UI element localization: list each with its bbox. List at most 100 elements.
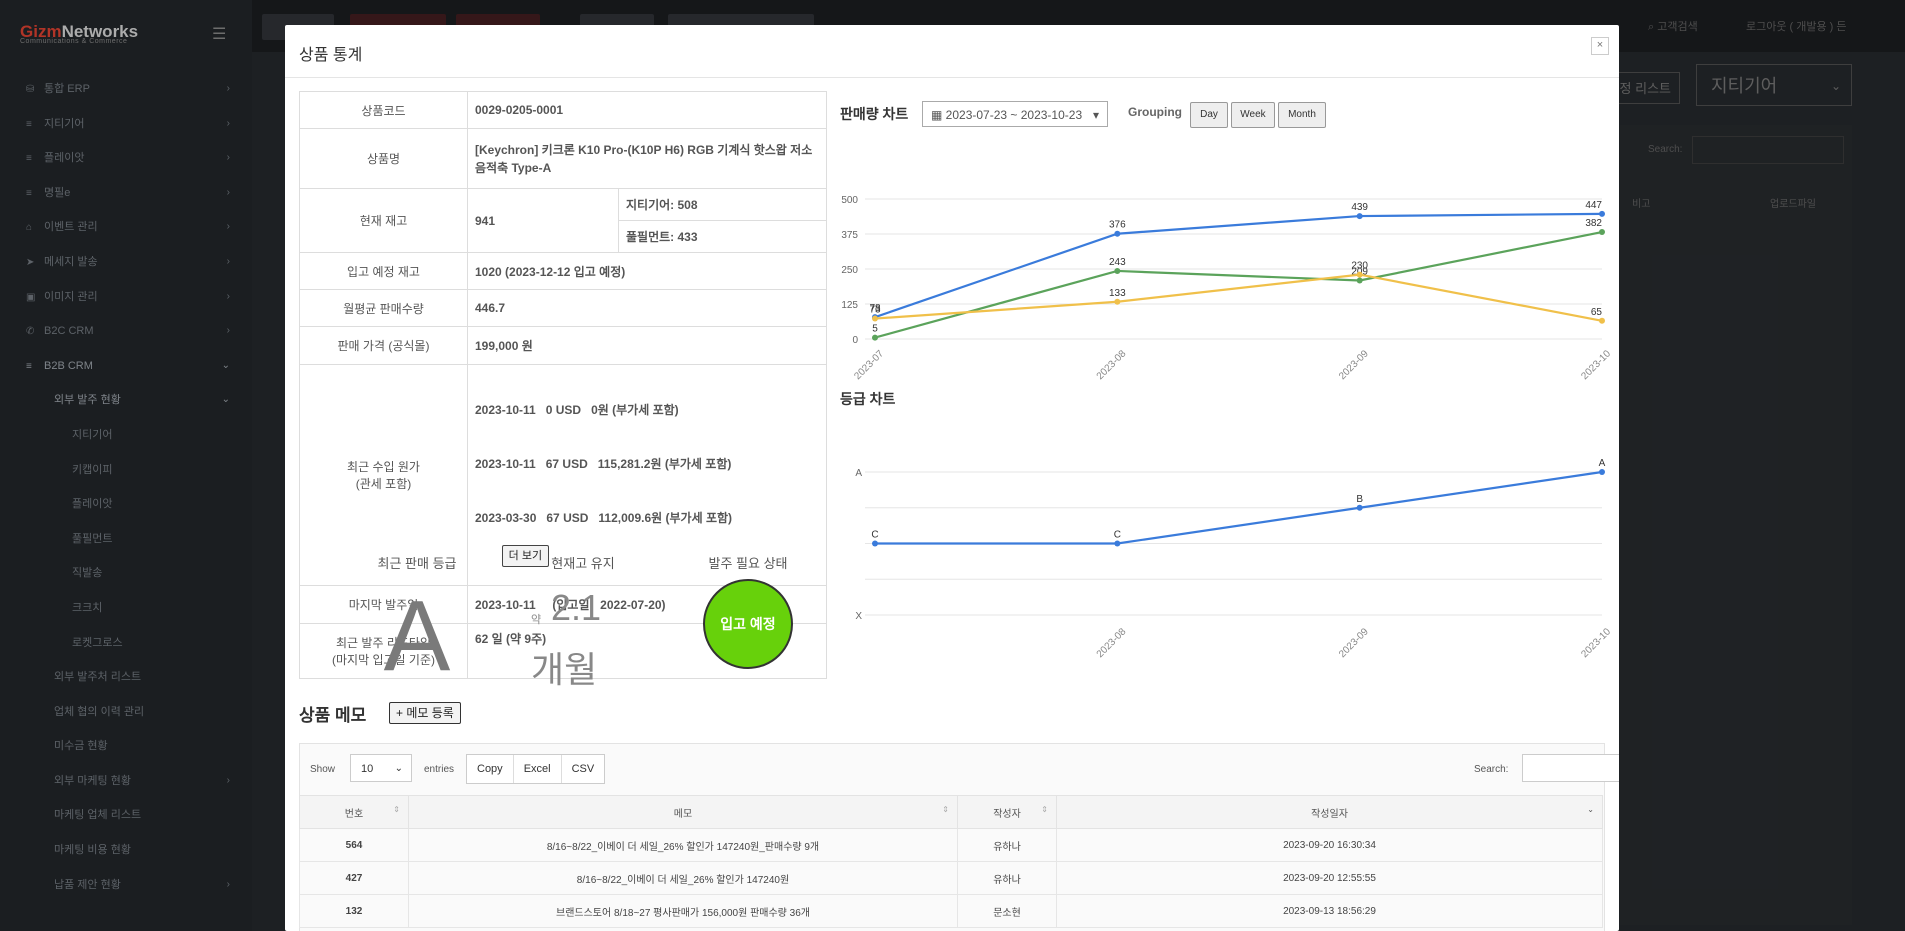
incoming-value: 1020 (2023-12-12 입고 예정) xyxy=(467,252,827,290)
stock-value: 941 xyxy=(467,188,619,253)
y-tick-label: A xyxy=(855,468,862,479)
data-label: 133 xyxy=(1109,288,1126,299)
memo-author: 문소현 xyxy=(957,894,1057,928)
date-range-picker[interactable]: ▦ 2023-07-23 ~ 2023-10-23 ▾ xyxy=(922,101,1108,127)
table-row[interactable]: 132 브랜드스토어 8/18~27 평사판매가 156,000원 판매수량 3… xyxy=(299,894,1603,928)
x-tick-label: 2023-10 xyxy=(1579,626,1610,660)
y-tick-label: 125 xyxy=(841,300,858,311)
data-point xyxy=(1114,298,1121,305)
sort-icon: ⇕ xyxy=(393,805,400,814)
column-header-no[interactable]: 번호 ⇕ xyxy=(299,795,409,829)
memo-date: 2023-09-20 12:55:55 xyxy=(1056,861,1603,895)
memo-no: 564 xyxy=(299,828,409,862)
csv-button[interactable]: CSV xyxy=(562,755,605,783)
sort-icon: ⇕ xyxy=(942,805,949,814)
months-approx: 약 xyxy=(531,614,542,626)
column-header-author[interactable]: 작성자 ⇕ xyxy=(957,795,1057,829)
incoming-label: 입고 예정 재고 xyxy=(299,252,468,290)
memo-text: 브랜드스토어 8/18~27 평사판매가 156,000원 판매수량 36개 xyxy=(408,894,958,928)
memo-date: 2023-09-20 16:30:34 xyxy=(1056,828,1603,862)
data-label: C xyxy=(871,530,878,541)
x-tick-label: 2023-09 xyxy=(1337,348,1371,382)
x-tick-label: 2023-07 xyxy=(852,348,886,382)
months-stat-label: 현재고 유지 xyxy=(551,556,615,571)
x-tick-label: 2023-08 xyxy=(1095,348,1129,382)
order-status-badge: 입고 예정 xyxy=(703,579,793,669)
data-label: A xyxy=(1599,458,1606,469)
series-line xyxy=(874,212,1603,319)
calendar-icon: ▦ xyxy=(931,108,946,122)
cost-line: 2023-10-11 67 USD 115,281.2원 (부가세 포함) xyxy=(475,457,732,471)
group-month-button[interactable]: Month xyxy=(1278,102,1326,128)
memo-text: 8/16~8/22_이베이 더 세일_26% 할인가 147240원_판매수량 … xyxy=(408,828,958,862)
name-value: [Keychron] 키크론 K10 Pro-(K10P H6) RGB 기계식… xyxy=(467,128,827,189)
table-row[interactable]: 427 8/16~8/22_이베이 더 세일_26% 할인가 147240원 유… xyxy=(299,861,1603,895)
price-label: 판매 가격 (공식몰) xyxy=(299,326,468,365)
memo-title: 상품 메모 xyxy=(299,706,367,725)
y-tick-label: 375 xyxy=(841,230,858,241)
memo-author: 유하나 xyxy=(957,828,1057,862)
x-tick-label: 2023-08 xyxy=(1095,626,1129,660)
column-header-memo[interactable]: 메모 ⇕ xyxy=(408,795,958,829)
data-label: 65 xyxy=(1591,307,1603,318)
data-point xyxy=(872,315,878,322)
memo-search-input[interactable] xyxy=(1522,754,1619,782)
excel-button[interactable]: Excel xyxy=(514,755,562,783)
grade-value: A xyxy=(383,580,451,692)
data-point xyxy=(1114,230,1121,237)
data-point xyxy=(1114,540,1121,547)
data-point xyxy=(1356,504,1363,511)
data-label: 382 xyxy=(1585,218,1602,229)
memo-search-label: Search: xyxy=(1474,764,1509,775)
avg-value: 446.7 xyxy=(467,289,827,327)
x-tick-label: 2023-10 xyxy=(1579,348,1610,382)
series-line xyxy=(874,273,1603,322)
add-memo-button[interactable]: + 메모 등록 xyxy=(389,702,461,724)
show-label: Show xyxy=(310,764,336,775)
grade-chart-title: 등급 차트 xyxy=(840,391,896,407)
data-point xyxy=(1356,213,1363,220)
order-stat-label: 발주 필요 상태 xyxy=(708,556,788,571)
y-tick-label: 0 xyxy=(852,335,858,346)
entries-select[interactable]: 10 ⌄ xyxy=(350,754,412,782)
memo-text: 8/16~8/22_이베이 더 세일_26% 할인가 147240원 xyxy=(408,861,958,895)
data-label: B xyxy=(1356,494,1363,505)
y-tick-label: 250 xyxy=(841,265,858,276)
data-point xyxy=(1356,277,1363,284)
sales-chart-title: 판매량 차트 xyxy=(840,106,909,122)
column-header-date[interactable]: 작성일자 ⌄ xyxy=(1056,795,1603,829)
data-point xyxy=(1599,469,1605,475)
y-tick-label: 500 xyxy=(841,195,858,206)
stock-label: 현재 재고 xyxy=(299,188,468,253)
memo-table: 번호 ⇕ 메모 ⇕ 작성자 ⇕ 작성일자 ⌄ 564 8/16~8/22_이베이 더 세… xyxy=(299,795,1603,928)
product-stats-modal: 상품 통계 × 상품코드 0029-0205-0001 상품명 [Keychro… xyxy=(285,25,1619,931)
caret-down-icon: ▾ xyxy=(1092,108,1099,122)
months-value: 2.1 xyxy=(551,587,602,628)
sales-chart: 0 125 250 375 500 2023-07 2023-08 2023-09 2023-1… xyxy=(841,195,1610,382)
export-buttons: Copy Excel CSV xyxy=(466,754,606,784)
cost-line: 2023-10-11 0 USD 0원 (부가세 포함) xyxy=(475,403,679,417)
code-label: 상품코드 xyxy=(299,91,468,129)
grade-stat-label: 최근 판매 등급 xyxy=(377,556,457,571)
entries-label: entries xyxy=(424,764,455,775)
data-point xyxy=(872,540,878,547)
y-tick-label: X xyxy=(855,611,862,622)
cost-line: 2023-03-30 67 USD 112,009.6원 (부가세 포함) xyxy=(475,511,733,525)
stock-gt-value: 지티기어: 508 xyxy=(618,188,827,221)
table-row[interactable]: 564 8/16~8/22_이베이 더 세일_26% 할인가 147240원_판… xyxy=(299,828,1603,862)
group-day-button[interactable]: Day xyxy=(1190,102,1228,128)
months-unit: 개월 xyxy=(531,649,598,690)
memo-no: 427 xyxy=(299,861,409,895)
data-label: 5 xyxy=(872,324,878,335)
copy-button[interactable]: Copy xyxy=(467,755,514,783)
name-label: 상품명 xyxy=(299,128,468,189)
group-week-button[interactable]: Week xyxy=(1231,102,1275,128)
data-point xyxy=(1599,210,1605,217)
data-label: 230 xyxy=(1351,261,1368,272)
memo-no: 132 xyxy=(299,894,409,928)
memo-date: 2023-09-13 18:56:29 xyxy=(1056,894,1603,928)
data-label: 243 xyxy=(1109,257,1126,268)
grade-chart: A X 2023-08 2023-09 2023-10 C C B A xyxy=(855,458,1610,660)
close-icon[interactable]: × xyxy=(1591,37,1609,55)
avg-label: 월평균 판매수량 xyxy=(299,289,468,327)
